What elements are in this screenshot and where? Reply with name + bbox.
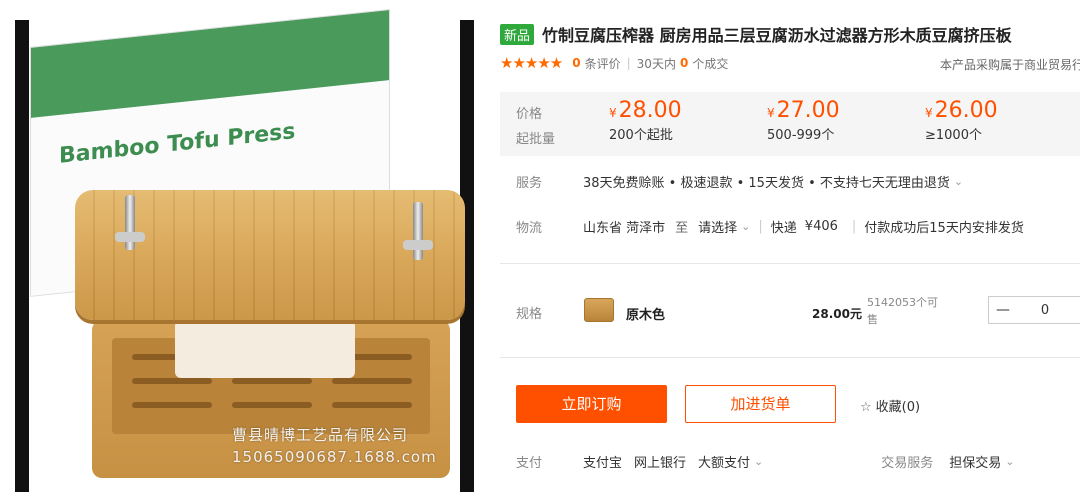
chevron-down-icon[interactable]: ⌄ [954, 175, 963, 188]
tier-qty: ≥1000个 [925, 128, 982, 143]
packaging-box-label: Bamboo Tofu Press [59, 119, 296, 169]
buy-now-button[interactable]: 立即订购 [516, 385, 667, 423]
watermark-company: 曹县晴博工艺品有限公司 [232, 426, 409, 444]
service-text[interactable]: 38天免费赊账 • 极速退款 • 15天发货 • 不支持七天无理由退货 [583, 172, 950, 191]
service-label: 服务 [516, 176, 543, 191]
price-tier: ¥27.00 500-999个 [767, 98, 840, 143]
rating-row: ★★★★★ 0 条评价 | 30天内 0 个成交 [500, 54, 729, 72]
service-row: 服务 38天免费赊账 • 极速退款 • 15天发货 • 不支持七天无理由退货 ⌄ [516, 172, 963, 191]
rating-stars-icon: ★★★★★ [500, 54, 563, 72]
reviews-count[interactable]: 0 [572, 56, 580, 70]
title-row: 新品 竹制豆腐压榨器 厨房用品三层豆腐沥水过滤器方形木质豆腐挤压板 [500, 22, 1012, 46]
chevron-down-icon[interactable]: ⌄ [741, 220, 750, 233]
payment-method[interactable]: 大额支付 [698, 452, 750, 471]
moq-label: 起批量 [516, 132, 556, 147]
spec-stock: 5142053个可售 [867, 296, 938, 326]
divider [500, 263, 1080, 264]
logistics-row: 物流 山东省 菏泽市 至 请选择 ⌄ | 快递 ¥406 | 付款成功后15天内… [516, 217, 1024, 236]
chevron-down-icon[interactable]: ⌄ [754, 455, 763, 468]
express-label: 快递 [770, 221, 797, 236]
shipping-fee: ¥406 [804, 219, 838, 234]
payment-row: 支付 支付宝 网上银行 大额支付 ⌄ 交易服务 担保交易 ⌄ [516, 452, 1015, 471]
product-info-panel: 新品 竹制豆腐压榨器 厨房用品三层豆腐沥水过滤器方形木质豆腐挤压板 ★★★★★ … [500, 0, 1080, 492]
wing-bolt-right [413, 202, 423, 260]
deals-count: 0 [679, 56, 689, 70]
price-tier: ¥28.00 200个起批 [609, 98, 682, 143]
product-detail-page: Bamboo Tofu Press 曹县晴博工艺品有限公司 1506509068… [0, 0, 1080, 492]
add-to-cart-button[interactable]: 加进货单 [685, 385, 836, 423]
tier-price: 28.00 [618, 98, 682, 123]
days-label: 30天内 [636, 56, 676, 71]
ship-origin: 山东省 菏泽市 [583, 221, 666, 236]
deals-label: 个成交 [692, 56, 729, 71]
spec-label: 规格 [516, 307, 543, 322]
payment-method: 支付宝 [583, 456, 623, 471]
tier-qty: 500-999个 [767, 128, 835, 143]
tier-qty: 200个起批 [609, 128, 673, 143]
trade-service-value[interactable]: 担保交易 [949, 452, 1001, 471]
spec-name: 原木色 [626, 308, 666, 323]
trade-service-label: 交易服务 [881, 456, 934, 471]
image-border-left [15, 20, 29, 492]
spec-thumbnail[interactable] [584, 298, 614, 322]
decrease-button[interactable]: — [989, 302, 1017, 318]
tier-price: 27.00 [776, 98, 840, 123]
chevron-down-icon[interactable]: ⌄ [1005, 455, 1014, 468]
payment-method: 网上银行 [634, 456, 687, 471]
price-label: 价格 [516, 107, 543, 122]
quantity-stepper: — 0 [988, 296, 1080, 324]
reviews-label[interactable]: 条评价 [585, 55, 621, 72]
destination-select[interactable]: 请选择 [698, 217, 737, 236]
tier-price: 26.00 [934, 98, 998, 123]
tofu-block-illustration [175, 320, 355, 378]
trade-note: 本产品采购属于商业贸易行为 [940, 58, 1080, 72]
favorite-label: 收藏(0) [875, 400, 921, 415]
ship-time: 付款成功后15天内安排发货 [864, 221, 1024, 236]
price-box: 价格 起批量 ¥28.00 200个起批 ¥27.00 500-999个 ¥26… [500, 92, 1080, 156]
spec-row: 规格 原木色 28.00元 5142053个可售 — 0 [516, 290, 1080, 334]
payment-label: 支付 [516, 456, 543, 471]
spec-price: 28.00元 [812, 307, 862, 321]
favorite-button[interactable]: ☆ 收藏(0) [860, 396, 920, 415]
watermark-url: 15065090687.1688.com [232, 448, 437, 466]
logistics-label: 物流 [516, 221, 543, 236]
product-image[interactable]: Bamboo Tofu Press 曹县晴博工艺品有限公司 1506509068… [0, 0, 478, 492]
quantity-input[interactable]: 0 [1017, 303, 1073, 318]
new-badge: 新品 [500, 23, 535, 45]
price-tier: ¥26.00 ≥1000个 [925, 98, 998, 143]
star-outline-icon: ☆ [860, 400, 872, 415]
to-label: 至 [675, 221, 689, 236]
product-title: 竹制豆腐压榨器 厨房用品三层豆腐沥水过滤器方形木质豆腐挤压板 [542, 26, 1012, 45]
divider [500, 357, 1080, 358]
